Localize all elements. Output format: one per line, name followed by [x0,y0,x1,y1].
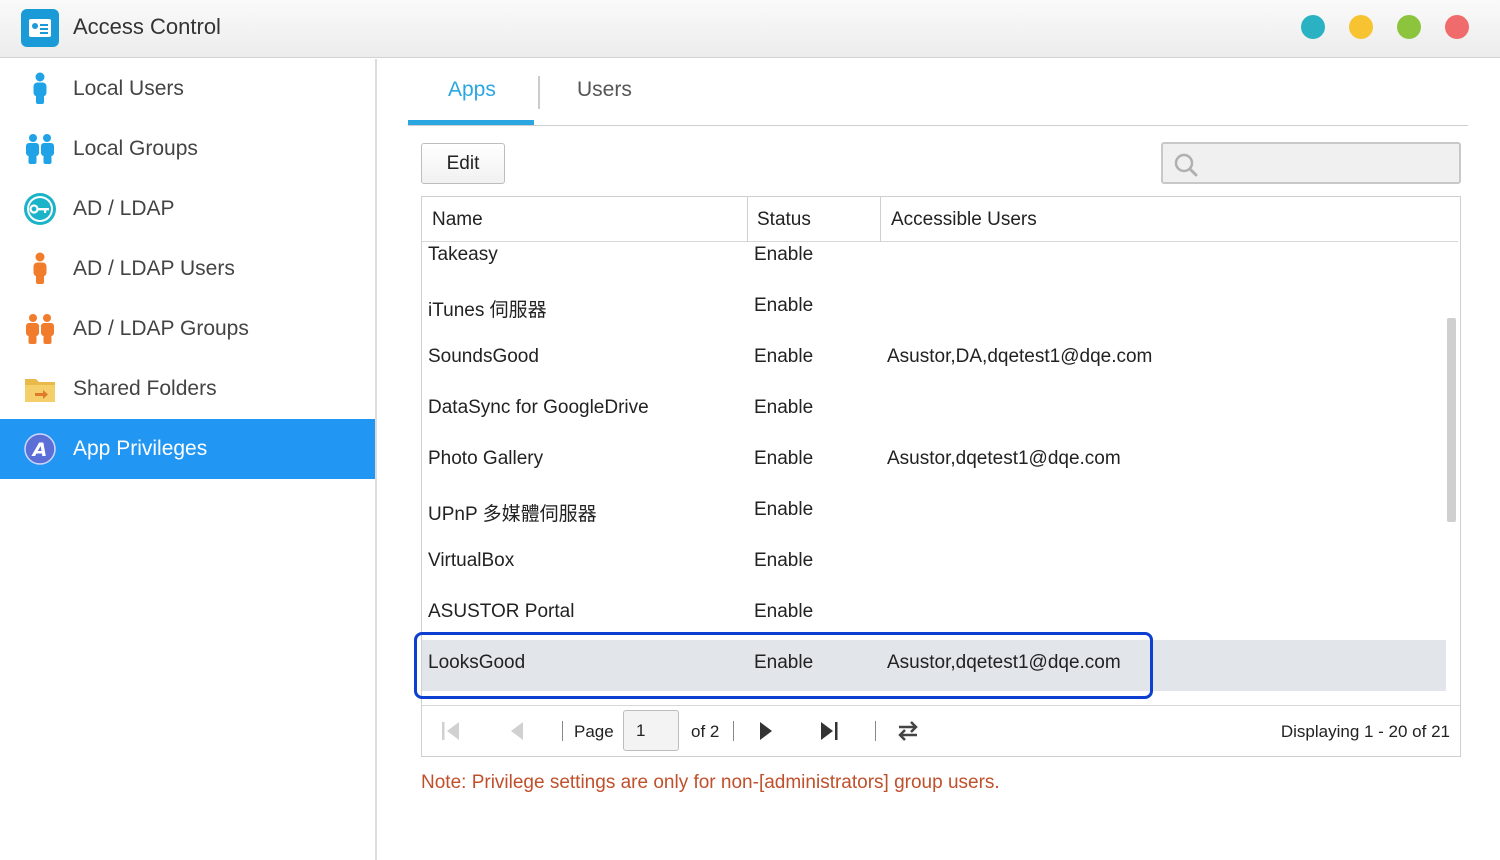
title-bar: Access Control [0,0,1500,58]
tab-apps[interactable]: Apps [448,78,496,102]
display-count-text: Displaying 1 - 20 of 21 [1280,722,1450,741]
sidebar-item-label: AD / LDAP Groups [73,317,249,340]
table-row[interactable]: UPnP 多媒體伺服器 Enable [422,489,1446,540]
selection-highlight-box [414,632,1153,699]
sidebar-item-app-privileges[interactable]: A App Privileges [0,419,375,479]
sidebar-item-label: Local Users [73,77,184,100]
page-count-label: of 2 [691,722,720,741]
pagination-bar: Page 1 of 2 Displaying 1 - 20 of 21 [422,705,1460,756]
table-row[interactable]: iTunes 伺服器 Enable [422,285,1446,336]
table-row[interactable]: DataSync for GoogleDrive Enable [422,387,1446,438]
maximize-button[interactable] [1397,15,1421,39]
tab-users[interactable]: Users [577,78,632,102]
cell-name: Takeasy [428,244,498,265]
pager-divider [733,721,734,741]
cell-status: Enable [754,499,814,520]
edit-button[interactable]: Edit [421,143,505,184]
cell-status: Enable [754,448,814,469]
access-control-app-icon [21,9,59,47]
sidebar-item-label: Local Groups [73,137,198,160]
vertical-scrollbar[interactable] [1447,318,1456,522]
cell-status: Enable [754,550,814,571]
next-page-icon[interactable] [755,720,777,742]
refresh-icon[interactable] [895,718,921,744]
page-label: Page [574,722,614,741]
previous-page-icon[interactable] [507,720,529,742]
window-title: Access Control [73,14,221,39]
search-input[interactable] [1161,142,1461,184]
cell-status: Enable [754,397,814,418]
cell-name: ASUSTOR Portal [428,601,575,622]
sidebar-item-label: App Privileges [73,437,208,460]
cell-name: iTunes 伺服器 [428,300,547,321]
sidebar-item-local-users[interactable]: Local Users [0,59,375,119]
sidebar-item-ad-ldap[interactable]: AD / LDAP [0,179,375,239]
group-icon [26,134,54,164]
window-button-teal[interactable] [1301,15,1325,39]
cell-name: DataSync for GoogleDrive [428,397,649,418]
last-page-icon[interactable] [818,720,840,742]
cell-accessible-users: Asustor,dqetest1@dqe.com [887,448,1121,469]
close-button[interactable] [1445,15,1469,39]
table-header: Name Status Accessible Users [422,197,1458,242]
sidebar-item-local-groups[interactable]: Local Groups [0,119,375,179]
sidebar-item-shared-folders[interactable]: Shared Folders [0,359,375,419]
tab-divider [538,76,540,109]
svg-text:A: A [31,439,48,461]
cell-name: VirtualBox [428,550,515,571]
search-icon [1174,153,1198,177]
group-icon [26,314,54,344]
table-row[interactable]: Takeasy Enable [422,242,1446,285]
cell-name: Photo Gallery [428,448,544,469]
app-privileges-icon: A [24,433,56,465]
column-header-status[interactable]: Status [757,209,811,231]
cell-status: Enable [754,346,814,367]
cell-status: Enable [754,295,814,316]
first-page-icon[interactable] [440,720,462,742]
key-icon [24,193,56,225]
folder-icon [25,379,55,402]
minimize-button[interactable] [1349,15,1373,39]
cell-name: UPnP 多媒體伺服器 [428,504,597,525]
table-row[interactable]: SoundsGood Enable Asustor,DA,dqetest1@dq… [422,336,1446,387]
person-icon [33,252,47,284]
privilege-note: Note: Privilege settings are only for no… [421,772,1000,793]
table-row[interactable]: VirtualBox Enable [422,540,1446,591]
cell-name: SoundsGood [428,346,539,367]
sidebar-item-label: AD / LDAP [73,197,175,220]
cell-accessible-users: Asustor,DA,dqetest1@dqe.com [887,346,1153,367]
column-header-name[interactable]: Name [432,209,483,231]
sidebar-item-ad-ldap-users[interactable]: AD / LDAP Users [0,239,375,299]
column-header-accessible-users[interactable]: Accessible Users [891,209,1037,231]
person-icon [33,72,47,104]
table-row[interactable]: Photo Gallery Enable Asustor,dqetest1@dq… [422,438,1446,489]
sidebar-item-ad-ldap-groups[interactable]: AD / LDAP Groups [0,299,375,359]
pager-divider [875,721,876,741]
cell-status: Enable [754,601,814,622]
tab-baseline [408,125,1468,126]
sidebar-item-label: AD / LDAP Users [73,257,235,280]
pager-divider [562,721,563,741]
column-divider[interactable] [747,197,748,242]
cell-status: Enable [754,244,814,265]
sidebar-item-label: Shared Folders [73,377,217,400]
sidebar: Local Users Local Groups AD / LDAP AD / … [0,59,377,860]
column-divider[interactable] [880,197,881,242]
active-tab-indicator [408,120,534,125]
page-number-input[interactable]: 1 [623,710,679,751]
